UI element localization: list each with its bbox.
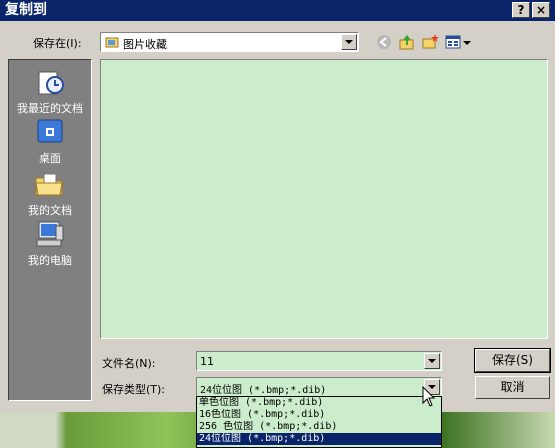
filename-input[interactable]: 11	[196, 351, 442, 371]
save-in-value: 图片收藏	[123, 38, 167, 51]
filetype-value: 24位位图 (*.bmp;*.dib)	[200, 385, 327, 396]
filetype-option[interactable]: 256 色位图 (*.bmp;*.dib)	[197, 421, 441, 433]
place-label: 我的电脑	[28, 254, 72, 267]
up-folder-icon[interactable]	[398, 33, 416, 51]
place-label: 桌面	[39, 152, 61, 165]
save-in-select[interactable]: 图片收藏	[100, 32, 359, 52]
place-my-computer[interactable]: 我的电脑	[9, 218, 91, 268]
new-folder-icon[interactable]	[421, 33, 439, 51]
save-button[interactable]: 保存(S)	[474, 348, 551, 373]
filename-label: 文件名(N):	[102, 357, 156, 370]
filename-dropdown-button[interactable]	[424, 353, 440, 369]
filetype-dropdown-list[interactable]: 单色位图 (*.bmp;*.dib) 16色位图 (*.bmp;*.dib) 2…	[196, 396, 442, 448]
filetype-option[interactable]: 单色位图 (*.bmp;*.dib)	[197, 397, 441, 409]
mouse-cursor-icon	[422, 386, 436, 407]
dialog-title: 复制到	[5, 2, 47, 18]
filetype-select[interactable]: 24位位图 (*.bmp;*.dib)	[196, 377, 442, 397]
help-button[interactable]: ?	[512, 2, 530, 18]
cancel-button[interactable]: 取消	[475, 376, 550, 399]
desktop-icon	[37, 119, 63, 143]
filename-value: 11	[200, 355, 214, 368]
title-bar: 复制到 ? ×	[0, 0, 555, 21]
my-documents-icon	[35, 173, 63, 196]
filetype-option-selected[interactable]: 24位位图 (*.bmp;*.dib)	[197, 433, 441, 445]
back-icon[interactable]	[375, 33, 393, 51]
recent-documents-icon	[38, 71, 64, 95]
folder-icon	[105, 37, 119, 48]
close-button[interactable]: ×	[532, 2, 550, 18]
save-in-label: 保存在(I):	[33, 37, 82, 50]
places-bar: 我最近的文档 桌面 我的文档 我的电脑	[8, 59, 92, 401]
save-in-dropdown-button[interactable]	[341, 34, 357, 50]
file-list[interactable]	[100, 59, 548, 339]
place-label: 我的文档	[28, 204, 72, 217]
place-desktop[interactable]: 桌面	[9, 116, 91, 166]
place-recent-documents[interactable]: 我最近的文档	[9, 66, 91, 116]
filetype-option[interactable]: 16色位图 (*.bmp;*.dib)	[197, 409, 441, 421]
my-computer-icon	[36, 221, 64, 247]
place-label: 我最近的文档	[17, 102, 83, 115]
views-menu-icon[interactable]	[445, 33, 473, 51]
filetype-label: 保存类型(T):	[102, 383, 166, 396]
place-my-documents[interactable]: 我的文档	[9, 168, 91, 218]
